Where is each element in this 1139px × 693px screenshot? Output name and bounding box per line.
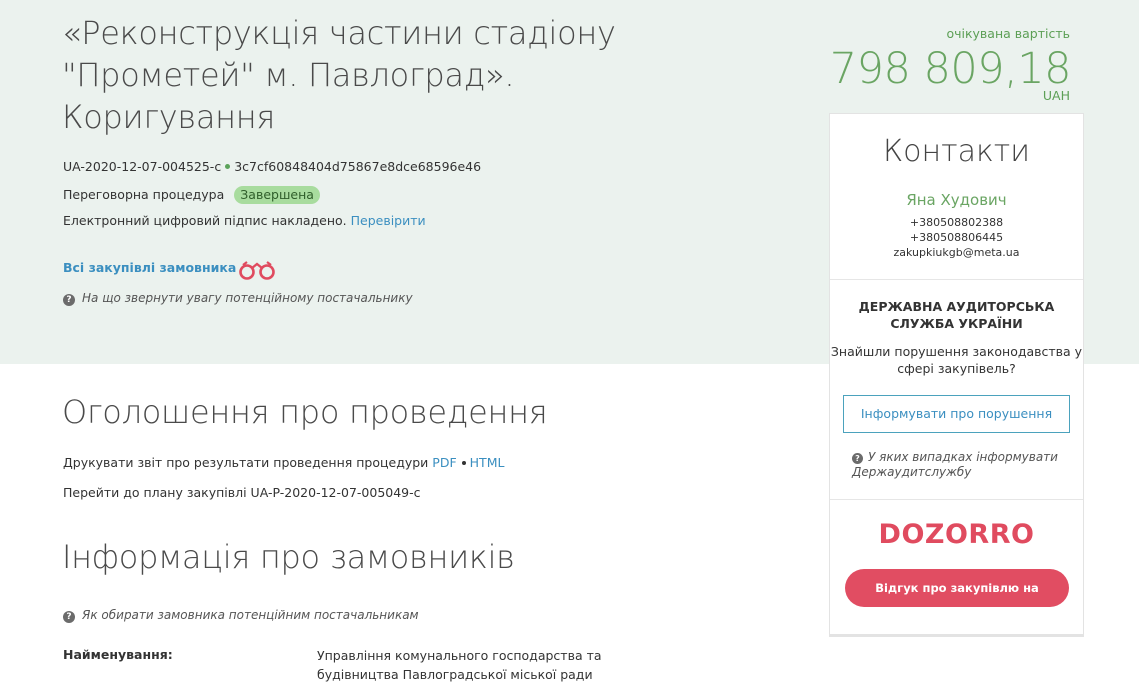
price-currency: UAH — [1042, 88, 1070, 103]
question-icon: ? — [63, 611, 75, 623]
expected-price: 798 809,18 — [829, 44, 1072, 94]
signature-text: Електронний цифровий підпис накладено. — [63, 213, 347, 228]
contact-email[interactable]: zakupkiukgb@meta.ua — [830, 246, 1083, 259]
dozorro-logo: DOZORRO — [878, 519, 1035, 550]
announcement-title: Оголошення про проведення — [62, 393, 548, 431]
tender-title: «Реконструкція частини стадіону "Промете… — [62, 14, 616, 136]
report-violation-button[interactable]: Інформувати про порушення — [843, 395, 1070, 433]
pdf-link[interactable]: PDF — [432, 455, 456, 470]
status-badge: Завершена — [234, 186, 320, 204]
verify-signature-link[interactable]: Перевірити — [351, 213, 426, 228]
procedure-line: Переговорна процедура Завершена — [63, 186, 320, 204]
customer-name-value: Управління комунального господарства та … — [317, 648, 602, 682]
print-report-text: Друкувати звіт про результати проведення… — [63, 455, 429, 470]
contact-phone-1[interactable]: +380508802388 — [830, 216, 1083, 229]
tender-ids: UA-2020-12-07-004525-c 3c7cf60848404d7586… — [63, 159, 481, 174]
all-purchases-link[interactable]: Всі закупівлі замовника — [63, 260, 236, 275]
price-caption: очікувана вартість — [946, 26, 1070, 41]
html-link[interactable]: HTML — [470, 455, 505, 470]
status-dot-icon — [225, 164, 231, 169]
audit-service-title: ДЕРЖАВНА АУДИТОРСЬКА СЛУЖБА УКРАЇНИ — [858, 299, 1055, 331]
audit-hint[interactable]: ? У яких випадках інформувати Держаудитсл… — [852, 450, 1077, 480]
audit-question: Знайшли порушення законодавства у сфері … — [830, 344, 1083, 376]
contacts-title: Контакти — [882, 134, 1031, 169]
customer-name-label: Найменування: — [63, 647, 173, 662]
customers-title: Інформація про замовників — [62, 538, 515, 576]
customer-hint[interactable]: ? Як обирати замовника потенційним постач… — [63, 608, 419, 623]
binoculars-icon[interactable] — [237, 259, 279, 281]
contact-phone-2[interactable]: +380508806445 — [830, 231, 1083, 244]
contact-name: Яна Худович — [906, 191, 1007, 209]
procurement-plan-link[interactable]: Перейти до плану закупівлі UA-P-2020-12-… — [63, 485, 421, 500]
audit-hint-text: У яких випадках інформувати Держаудитслу… — [852, 450, 1058, 479]
sidebar-panel: Контакти Яна Худович +380508802388 +3805… — [829, 113, 1084, 637]
divider — [830, 279, 1083, 280]
supplier-hint[interactable]: ? На що звернути увагу потенційному поста… — [63, 291, 413, 306]
separator-dot — [461, 460, 466, 465]
customer-hint-text: Як обирати замовника потенційним постача… — [82, 608, 419, 622]
procedure-type: Переговорна процедура — [63, 187, 225, 202]
signature-line: Електронний цифровий підпис накладено. П… — [63, 213, 426, 228]
tender-hash: 3c7cf60848404d75867e8dce68596e46 — [234, 159, 482, 174]
divider — [830, 499, 1083, 500]
question-icon: ? — [63, 294, 75, 306]
tender-id: UA-2020-12-07-004525-c — [63, 159, 222, 174]
print-report-line: Друкувати звіт про результати проведення… — [63, 455, 504, 470]
supplier-hint-text: На що звернути увагу потенційному постач… — [82, 291, 413, 305]
question-icon: ? — [852, 453, 863, 464]
dozorro-feedback-button[interactable]: Відгук про закупівлю на Дозорро — [845, 569, 1069, 633]
